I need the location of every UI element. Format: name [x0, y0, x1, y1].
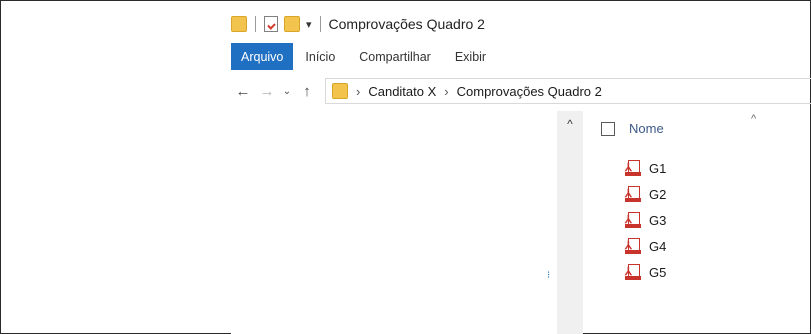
forward-arrow-icon[interactable]: →	[255, 83, 279, 100]
breadcrumb-item[interactable]: Comprovações Quadro 2	[457, 84, 602, 99]
properties-icon[interactable]	[264, 16, 278, 32]
file-name[interactable]: G1	[649, 161, 666, 176]
address-folder-icon	[332, 83, 348, 99]
title-bar: ▾ Comprovações Quadro 2	[231, 11, 485, 37]
title-separator	[319, 16, 321, 32]
pdf-icon: ⅄	[625, 264, 643, 280]
recent-locations-chevron-icon[interactable]: ⌄	[279, 86, 295, 97]
list-item[interactable]: ⅄ G5	[625, 259, 666, 285]
file-name[interactable]: G5	[649, 265, 666, 280]
tab-compartilhar[interactable]: Compartilhar	[347, 43, 443, 70]
navigation-pane[interactable]	[231, 111, 557, 334]
window-title: Comprovações Quadro 2	[328, 16, 485, 32]
column-header-name[interactable]: Nome	[601, 121, 664, 136]
back-arrow-icon[interactable]: ←	[231, 83, 255, 100]
sort-indicator-icon: ^	[751, 113, 757, 125]
navigation-bar: ← → ⌄ ↑ › Canditato X › Comprovações Qua…	[231, 77, 811, 105]
explorer-window: ▾ Comprovações Quadro 2 Arquivo Início C…	[0, 0, 811, 334]
folder-icon	[231, 16, 247, 32]
file-name[interactable]: G3	[649, 213, 666, 228]
pdf-icon: ⅄	[625, 160, 643, 176]
tab-exibir[interactable]: Exibir	[443, 43, 498, 70]
scroll-up-icon[interactable]: ^	[557, 117, 583, 131]
list-item[interactable]: ⅄ G3	[625, 207, 666, 233]
file-items: ⅄ G1 ⅄ G2 ⅄ G3 ⅄ G4 ⅄ G5	[625, 155, 666, 285]
up-arrow-icon[interactable]: ↑	[295, 83, 319, 100]
pdf-icon: ⅄	[625, 238, 643, 254]
quick-access-dropdown[interactable]: ▾	[306, 18, 312, 31]
file-name[interactable]: G2	[649, 187, 666, 202]
file-list: ^ Nome ⅄ G1 ⅄ G2 ⅄ G3 ⅄ G4 ⅄ G5	[591, 111, 811, 334]
list-item[interactable]: ⅄ G1	[625, 155, 666, 181]
column-header-label[interactable]: Nome	[629, 121, 664, 136]
pdf-icon: ⅄	[625, 186, 643, 202]
ribbon-tabs: Arquivo Início Compartilhar Exibir	[231, 43, 498, 70]
breadcrumb-chevron-icon[interactable]: ›	[444, 84, 448, 99]
breadcrumb-item[interactable]: Canditato X	[368, 84, 436, 99]
file-name[interactable]: G4	[649, 239, 666, 254]
list-item[interactable]: ⅄ G4	[625, 233, 666, 259]
new-folder-icon[interactable]	[284, 16, 300, 32]
breadcrumb-chevron-icon[interactable]: ›	[356, 84, 360, 99]
select-all-checkbox[interactable]	[601, 121, 615, 136]
pdf-icon: ⅄	[625, 212, 643, 228]
address-bar[interactable]: › Canditato X › Comprovações Quadro 2	[325, 78, 811, 104]
tab-arquivo[interactable]: Arquivo	[231, 43, 294, 70]
tab-inicio[interactable]: Início	[293, 43, 347, 70]
list-item[interactable]: ⅄ G2	[625, 181, 666, 207]
pane-resize-handle[interactable]: ⁝	[547, 270, 550, 281]
quick-access-separator	[255, 16, 256, 32]
navigation-pane-scrollbar[interactable]: ^	[557, 111, 583, 334]
